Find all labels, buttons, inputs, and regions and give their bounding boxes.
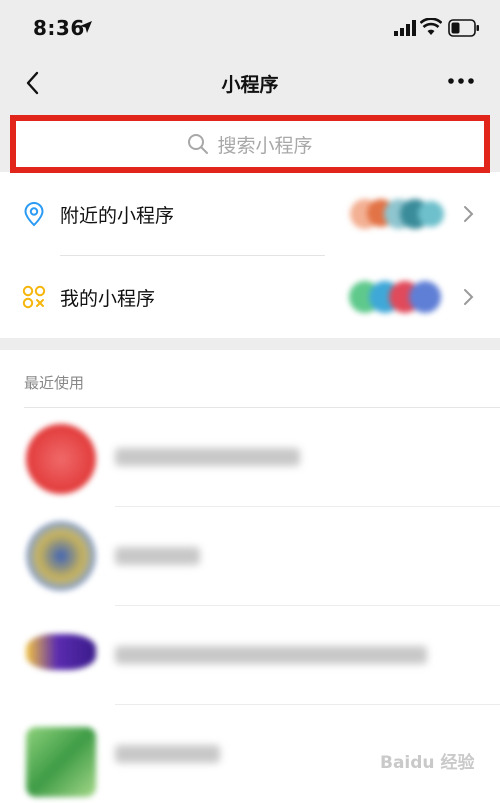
location-pin-icon [24,201,44,227]
recent-section-header: 最近使用 [0,350,500,408]
search-highlight-frame: 搜索小程序 [10,115,490,173]
recent-item[interactable] [0,507,500,605]
cellular-signal-icon [394,20,416,36]
my-mini-programs-row[interactable]: 我的小程序 [0,256,500,338]
navigation-bar: 小程序 [0,58,500,110]
recent-item-name [115,448,300,466]
baidu-watermark: Baidu 经验 [380,753,475,773]
battery-icon [448,19,479,37]
grid-circles-icon [22,285,46,309]
recent-item-avatar [26,634,96,670]
wifi-icon [420,18,442,35]
recent-item-name [115,646,427,664]
nearby-mini-programs-label: 附近的小程序 [60,205,175,227]
section-gap [0,338,500,350]
chevron-right-icon [464,206,474,222]
my-program-thumbnails [349,281,441,313]
search-icon [188,134,209,154]
recent-item[interactable] [0,408,500,506]
status-time: 8:36 [33,16,85,40]
more-options-icon[interactable] [446,76,476,86]
nearby-program-thumbnails [350,199,444,229]
search-area: 搜索小程序 [0,110,500,173]
recent-item-avatar [26,521,96,591]
search-input[interactable]: 搜索小程序 [16,121,484,167]
recent-section-title: 最近使用 [24,374,85,392]
search-placeholder: 搜索小程序 [217,134,313,157]
chevron-right-icon [464,289,474,305]
recent-item-avatar [26,424,96,494]
recent-item-avatar [26,727,96,797]
page-title: 小程序 [221,74,279,96]
my-mini-programs-label: 我的小程序 [60,288,156,310]
location-arrow-icon [80,21,92,33]
recent-item[interactable] [0,606,500,704]
status-bar: 8:36 [0,0,500,58]
recent-item-name [115,547,200,565]
recent-item-name [115,745,220,763]
nearby-mini-programs-row[interactable]: 附近的小程序 [0,173,500,255]
